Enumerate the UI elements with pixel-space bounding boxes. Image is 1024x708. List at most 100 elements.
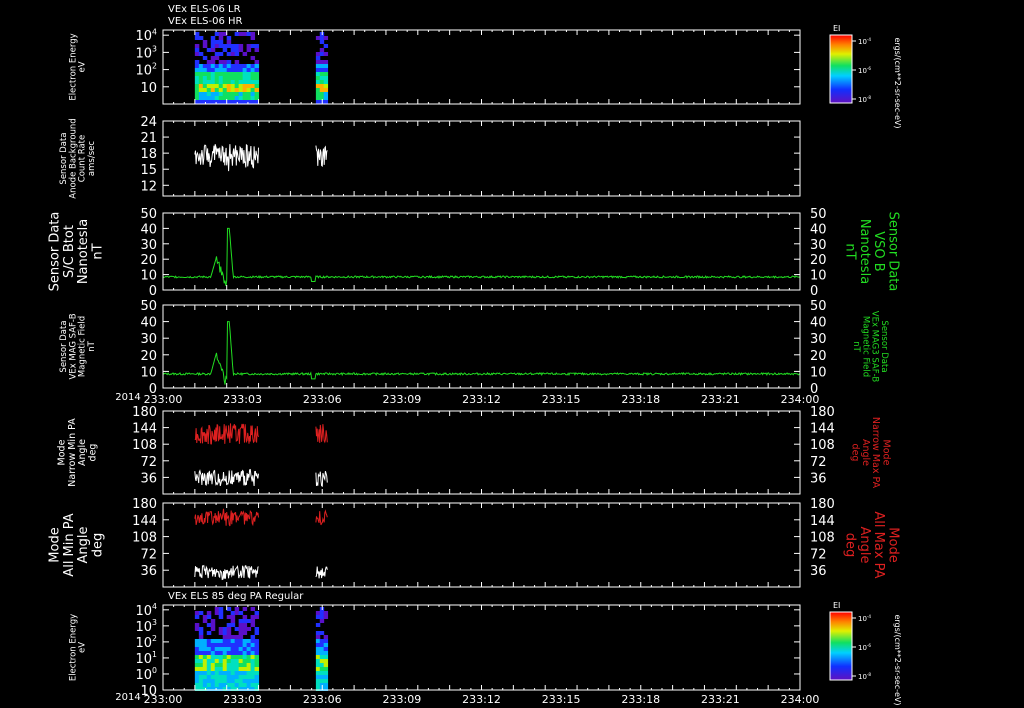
heatmap-cell — [194, 627, 200, 631]
heatmap-cell — [210, 619, 216, 623]
heatmap-cell — [214, 72, 220, 76]
right-axis-label-5: ModeAll Max PAAngledeg — [843, 511, 901, 578]
heatmap-cell — [242, 627, 248, 631]
heatmap-cell — [246, 675, 252, 679]
heatmap-cell — [222, 44, 228, 48]
heatmap-cell — [238, 88, 244, 92]
heatmap-cell — [210, 72, 216, 76]
heatmap-cell — [210, 96, 216, 100]
heatmap-cell — [226, 671, 232, 675]
heatmap-cell — [194, 615, 200, 619]
heatmap-cell — [323, 655, 329, 659]
heatmap-cell — [319, 667, 325, 671]
heatmap-cell — [254, 48, 260, 52]
heatmap-cell — [222, 68, 228, 72]
heatmap-cell — [238, 84, 244, 88]
heatmap-cell — [250, 92, 256, 96]
heatmap-cell — [198, 675, 204, 679]
heatmap-cell — [315, 56, 321, 60]
heatmap-cell — [323, 36, 329, 40]
y-tick-label-right: 108 — [810, 531, 835, 546]
heatmap-cell — [218, 683, 224, 687]
heatmap-cell — [194, 84, 200, 88]
y-tick-label: 100 — [135, 666, 157, 683]
colorbar-tick-label: 10-8 — [858, 95, 871, 104]
heatmap-cell — [254, 655, 260, 659]
heatmap-cell — [238, 80, 244, 84]
heatmap-cell — [218, 631, 224, 635]
heatmap-cell — [323, 639, 329, 643]
y-tick-label-right: 108 — [810, 438, 835, 453]
heatmap-cell — [206, 679, 212, 683]
heatmap-cell — [234, 80, 240, 84]
heatmap-cell — [210, 36, 216, 40]
heatmap-cell — [234, 52, 240, 56]
heatmap-cell — [238, 32, 244, 36]
heatmap-cell — [210, 655, 216, 659]
heatmap-cell — [323, 44, 329, 48]
heatmap-cell — [206, 655, 212, 659]
heatmap-cell — [234, 84, 240, 88]
heatmap-cell — [238, 76, 244, 80]
heatmap-cell — [214, 96, 220, 100]
heatmap-cell — [226, 72, 232, 76]
heatmap-cell — [238, 611, 244, 615]
y-axis-label-2: Sensor DataS/C BtotNanoteslanT — [48, 212, 106, 292]
heatmap-cell — [234, 663, 240, 667]
heatmap-cell — [202, 667, 208, 671]
heatmap-cell — [234, 683, 240, 687]
heatmap-cell — [323, 659, 329, 663]
heatmap-cell — [214, 655, 220, 659]
heatmap-cell — [198, 92, 204, 96]
heatmap-cell — [234, 64, 240, 68]
heatmap-cell — [246, 32, 252, 36]
heatmap-cell — [222, 72, 228, 76]
heatmap-cell — [319, 643, 325, 647]
heatmap-cell — [194, 76, 200, 80]
heatmap-cell — [214, 671, 220, 675]
heatmap-cell — [234, 76, 240, 80]
heatmap-cell — [238, 651, 244, 655]
series-line-white — [194, 468, 259, 487]
heatmap-cell — [238, 92, 244, 96]
y-tick-label: 12 — [140, 179, 157, 194]
time-series-plot: Electron EnergyeV10410310210VEx ELS-06 L… — [48, 4, 902, 706]
y-tick-label-right: 72 — [810, 455, 827, 470]
heatmap-cell — [242, 667, 248, 671]
heatmap-cell — [242, 683, 248, 687]
heatmap-cell — [242, 52, 248, 56]
heatmap-cell — [254, 80, 260, 84]
heatmap-cell — [315, 659, 321, 663]
series-line-white — [315, 145, 328, 167]
x-tick-label: 233:21 — [701, 693, 740, 706]
heatmap-cell — [210, 663, 216, 667]
heatmap-cell — [323, 647, 329, 651]
y-tick-label-right: 50 — [810, 299, 827, 314]
x-tick-label: 233:06 — [303, 693, 342, 706]
heatmap-cell — [250, 64, 256, 68]
y-axis-label-0: Electron EnergyeV — [68, 33, 87, 100]
y-tick-label: 144 — [132, 514, 157, 529]
heatmap-cell — [238, 643, 244, 647]
heatmap-cell — [222, 627, 228, 631]
heatmap-cell — [254, 92, 260, 96]
heatmap-cell — [319, 52, 325, 56]
heatmap-cell — [226, 631, 232, 635]
heatmap-cell — [315, 72, 321, 76]
heatmap-cell — [198, 64, 204, 68]
heatmap-cell — [250, 88, 256, 92]
heatmap-cell — [254, 679, 260, 683]
heatmap-cell — [222, 88, 228, 92]
heatmap-cell — [250, 655, 256, 659]
heatmap-cell — [222, 651, 228, 655]
heatmap-cell — [250, 96, 256, 100]
heatmap-cell — [315, 671, 321, 675]
heatmap-cell — [214, 88, 220, 92]
heatmap-cell — [214, 667, 220, 671]
colorbar-tick-label: 10-6 — [858, 66, 871, 75]
heatmap-cell — [319, 40, 325, 44]
heatmap-cell — [323, 615, 329, 619]
heatmap-cell — [202, 96, 208, 100]
heatmap-cell — [242, 619, 248, 623]
heatmap-cell — [206, 72, 212, 76]
